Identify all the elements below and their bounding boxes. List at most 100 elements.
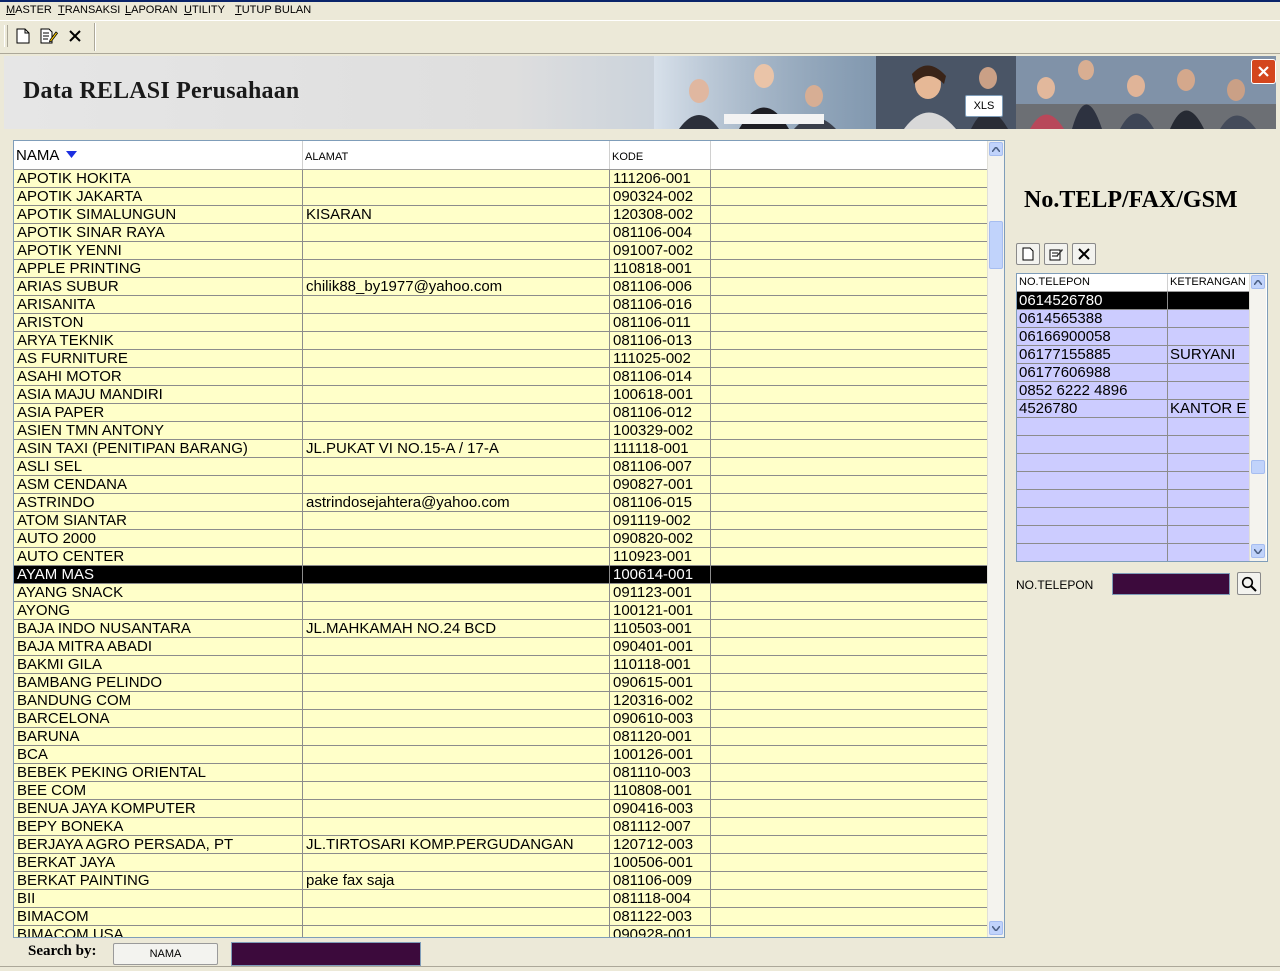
menu-transaksi[interactable]: TRANSAKSI	[58, 4, 120, 16]
table-row[interactable]: ATOM SIANTAR 091119-002	[14, 512, 987, 530]
table-row[interactable]: BIMACOM 081122-003	[14, 908, 987, 926]
search-input[interactable]	[231, 942, 421, 966]
cell-extra	[711, 728, 987, 745]
new-button[interactable]	[13, 26, 33, 46]
phone-table-row[interactable]: 0614565388	[1017, 310, 1249, 328]
phone-table-body: 0614526780 0614565388 06166900058 061771558…	[1017, 292, 1249, 561]
phone-table-row[interactable]	[1017, 544, 1249, 561]
column-header-alamat[interactable]: ALAMAT	[303, 141, 610, 169]
table-row[interactable]: ARYA TEKNIK 081106-013	[14, 332, 987, 350]
phone-new-button[interactable]	[1016, 243, 1040, 265]
phone-search-input[interactable]	[1112, 573, 1230, 595]
table-row[interactable]: APPLE PRINTING 110818-001	[14, 260, 987, 278]
scroll-up-button[interactable]	[989, 142, 1003, 156]
cell-kode: 091119-002	[610, 512, 711, 529]
scroll-thumb[interactable]	[1251, 460, 1265, 474]
column-header-extra[interactable]	[711, 141, 987, 169]
table-row[interactable]: AS FURNITURE 111025-002	[14, 350, 987, 368]
cell-nama: BIMACOM	[14, 908, 303, 925]
cell-nama: ASIA PAPER	[14, 404, 303, 421]
table-row[interactable]: ASM CENDANA 090827-001	[14, 476, 987, 494]
table-row[interactable]: BII 081118-004	[14, 890, 987, 908]
table-row[interactable]: APOTIK SINAR RAYA 081106-004	[14, 224, 987, 242]
table-row[interactable]: BEE COM 110808-001	[14, 782, 987, 800]
table-row[interactable]: BERJAYA AGRO PERSADA, PT JL.TIRTOSARI KOM…	[14, 836, 987, 854]
table-row[interactable]: BEBEK PEKING ORIENTAL 081110-003	[14, 764, 987, 782]
export-xls-button[interactable]: XLS	[965, 95, 1003, 117]
close-window-button[interactable]	[1251, 59, 1276, 84]
table-row[interactable]: APOTIK JAKARTA 090324-002	[14, 188, 987, 206]
table-row[interactable]: BARUNA 081120-001	[14, 728, 987, 746]
table-row[interactable]: BAJA MITRA ABADI 090401-001	[14, 638, 987, 656]
table-row[interactable]: BAMBANG PELINDO 090615-001	[14, 674, 987, 692]
scroll-up-button[interactable]	[1251, 275, 1265, 289]
cell-alamat	[303, 782, 610, 799]
table-row[interactable]: BARCELONA 090610-003	[14, 710, 987, 728]
column-header-no-telepon[interactable]: NO.TELEPON	[1017, 274, 1168, 291]
phone-table-row[interactable]: 06166900058	[1017, 328, 1249, 346]
column-header-keterangan[interactable]: KETERANGAN	[1168, 274, 1249, 291]
column-header-kode[interactable]: KODE	[610, 141, 711, 169]
table-row[interactable]: BENUA JAYA KOMPUTER 090416-003	[14, 800, 987, 818]
table-row[interactable]: BEPY BONEKA 081112-007	[14, 818, 987, 836]
phone-table-row[interactable]: 0614526780	[1017, 292, 1249, 310]
scroll-thumb[interactable]	[989, 221, 1003, 269]
delete-button[interactable]	[65, 26, 85, 46]
table-row[interactable]: ASIA PAPER 081106-012	[14, 404, 987, 422]
phone-table-row[interactable]: 06177606988	[1017, 364, 1249, 382]
table-row[interactable]: AYAM MAS 100614-001	[14, 566, 987, 584]
table-row[interactable]: ASLI SEL 081106-007	[14, 458, 987, 476]
table-row[interactable]: APOTIK HOKITA 111206-001	[14, 170, 987, 188]
cell-nama: BANDUNG COM	[14, 692, 303, 709]
cell-no-telepon: 0614526780	[1017, 292, 1168, 309]
scroll-down-button[interactable]	[1251, 544, 1265, 558]
phone-delete-button[interactable]	[1072, 243, 1096, 265]
menu-master[interactable]: MASTER	[6, 4, 52, 16]
table-row[interactable]: BANDUNG COM 120316-002	[14, 692, 987, 710]
table-row[interactable]: APOTIK SIMALUNGUN KISARAN 120308-002	[14, 206, 987, 224]
table-row[interactable]: APOTIK YENNI 091007-002	[14, 242, 987, 260]
column-header-nama[interactable]: NAMA	[14, 141, 303, 169]
phone-table-row[interactable]	[1017, 490, 1249, 508]
table-row[interactable]: BERKAT PAINTING pake fax saja 081106-009	[14, 872, 987, 890]
scroll-down-button[interactable]	[989, 921, 1003, 935]
table-row[interactable]: ASIN TAXI (PENITIPAN BARANG) JL.PUKAT VI …	[14, 440, 987, 458]
edit-button[interactable]	[39, 26, 59, 46]
phone-table-row[interactable]	[1017, 526, 1249, 544]
table-scrollbar[interactable]	[987, 141, 1004, 937]
cell-nama: AUTO 2000	[14, 530, 303, 547]
table-row[interactable]: AUTO 2000 090820-002	[14, 530, 987, 548]
table-row[interactable]: BAJA INDO NUSANTARA JL.MAHKAMAH NO.24 BCD…	[14, 620, 987, 638]
table-row[interactable]: ASIEN TMN ANTONY 100329-002	[14, 422, 987, 440]
menu-tutup-bulan[interactable]: TUTUP BULAN	[235, 4, 311, 16]
phone-table-row[interactable]	[1017, 472, 1249, 490]
table-row[interactable]: BCA 100126-001	[14, 746, 987, 764]
phone-table-row[interactable]: 4526780 KANTOR E	[1017, 400, 1249, 418]
table-row[interactable]: BERKAT JAYA 100506-001	[14, 854, 987, 872]
table-row[interactable]: ARIAS SUBUR chilik88_by1977@yahoo.com 0811…	[14, 278, 987, 296]
table-row[interactable]: BAKMI GILA 110118-001	[14, 656, 987, 674]
phone-table-row[interactable]	[1017, 436, 1249, 454]
phone-table-scrollbar[interactable]	[1249, 274, 1266, 561]
phone-table-row[interactable]: 0852 6222 4896	[1017, 382, 1249, 400]
cell-nama: ASTRINDO	[14, 494, 303, 511]
table-row[interactable]: ASIA MAJU MANDIRI 100618-001	[14, 386, 987, 404]
table-row[interactable]: AYONG 100121-001	[14, 602, 987, 620]
table-row[interactable]: AYANG SNACK 091123-001	[14, 584, 987, 602]
menu-utility[interactable]: UTILITY	[184, 4, 225, 16]
table-row[interactable]: ASTRINDO astrindosejahtera@yahoo.com 08110…	[14, 494, 987, 512]
table-row[interactable]: ARISTON 081106-011	[14, 314, 987, 332]
phone-table-row[interactable]	[1017, 418, 1249, 436]
phone-table-row[interactable]: 06177155885 SURYANI	[1017, 346, 1249, 364]
menu-laporan[interactable]: LAPORAN	[125, 4, 178, 16]
table-row[interactable]: ASAHI MOTOR 081106-014	[14, 368, 987, 386]
phone-edit-button[interactable]	[1044, 243, 1068, 265]
phone-table-row[interactable]	[1017, 508, 1249, 526]
phone-search-button[interactable]	[1237, 572, 1261, 595]
search-field-button[interactable]: NAMA	[113, 943, 218, 965]
table-row[interactable]: ARISANITA 081106-016	[14, 296, 987, 314]
table-row[interactable]: AUTO CENTER 110923-001	[14, 548, 987, 566]
table-row[interactable]: BIMACOM USA 090928-001	[14, 926, 987, 937]
cell-alamat	[303, 422, 610, 439]
phone-table-row[interactable]	[1017, 454, 1249, 472]
